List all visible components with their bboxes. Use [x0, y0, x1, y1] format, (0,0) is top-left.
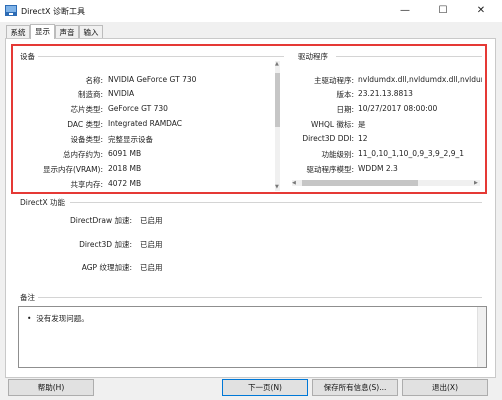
- notes-textbox[interactable]: • 没有发现问题。: [18, 306, 487, 368]
- tab-input[interactable]: 输入: [79, 25, 103, 38]
- main-driver-label: 主驱动程序:: [313, 76, 354, 85]
- scroll-left-arrow-icon[interactable]: ◀: [292, 180, 296, 186]
- device-type-label: 设备类型:: [70, 135, 103, 144]
- whql-value: 是: [358, 120, 366, 129]
- notes-text: 没有发现问题。: [36, 314, 89, 323]
- dac-type-label: DAC 类型:: [67, 120, 103, 129]
- driver-model-value: WDDM 2.3: [358, 164, 398, 173]
- vram-label: 显示内存(VRAM):: [42, 165, 103, 174]
- save-all-info-button[interactable]: 保存所有信息(S)...: [312, 379, 398, 396]
- notes-bullet-line: • 没有发现问题。: [27, 314, 89, 323]
- device-name-value: NVIDIA GeForce GT 730: [108, 75, 197, 84]
- scroll-right-arrow-icon[interactable]: ▶: [474, 180, 478, 186]
- next-page-button[interactable]: 下一页(N): [222, 379, 308, 396]
- direct3d-accel-label: Direct3D 加速:: [79, 240, 132, 249]
- feature-levels-label: 功能级别:: [321, 150, 354, 159]
- direct3d-accel-value: 已启用: [140, 240, 163, 249]
- tab-sound[interactable]: 声音: [55, 25, 79, 38]
- manufacturer-value: NVIDIA: [108, 89, 135, 98]
- driver-model-label: 驱动程序模型:: [306, 165, 354, 174]
- total-memory-label: 总内存约为:: [62, 150, 103, 159]
- exit-button[interactable]: 退出(X): [402, 379, 488, 396]
- date-value: 10/27/2017 08:00:00: [358, 104, 438, 113]
- tab-system[interactable]: 系统: [6, 25, 30, 38]
- minimize-button[interactable]: —: [386, 1, 424, 21]
- dac-type-value: Integrated RAMDAC: [108, 119, 183, 128]
- close-button[interactable]: ✕: [462, 1, 500, 21]
- notes-section-label: 备注: [20, 293, 35, 302]
- directx-features-section-label: DirectX 功能: [20, 198, 65, 207]
- direct3d-ddi-label: Direct3D DDI:: [302, 134, 354, 143]
- directx-features-group-line: [70, 202, 482, 203]
- shared-memory-value: 4072 MB: [108, 179, 142, 188]
- chip-type-value: GeForce GT 730: [108, 104, 168, 113]
- driver-section-label: 驱动程序: [298, 52, 328, 61]
- agp-texture-accel-value: 已启用: [140, 263, 163, 272]
- device-type-value: 完整显示设备: [108, 135, 153, 144]
- device-name-label: 名称:: [85, 76, 103, 85]
- chip-type-label: 芯片类型:: [70, 105, 103, 114]
- driver-hscrollbar[interactable]: ◀ ▶: [292, 180, 480, 186]
- main-driver-value: nvldumdx.dll,nvldumdx.dll,nvldumdx.dll,n: [358, 75, 482, 84]
- feature-levels-value: 11_0,10_1,10_0,9_3,9_2,9_1: [358, 149, 464, 158]
- vram-value: 2018 MB: [108, 164, 142, 173]
- driver-group-line: [336, 56, 482, 57]
- device-group-line: [38, 56, 284, 57]
- window-title: DirectX 诊断工具: [21, 7, 85, 16]
- title-bar: DirectX 诊断工具 — ☐ ✕: [0, 0, 502, 22]
- notes-scrollbar[interactable]: [477, 307, 486, 367]
- help-button[interactable]: 帮助(H): [8, 379, 94, 396]
- version-value: 23.21.13.8813: [358, 89, 413, 98]
- manufacturer-label: 制造商:: [77, 90, 103, 99]
- scroll-down-arrow-icon[interactable]: ▼: [275, 184, 279, 190]
- shared-memory-label: 共享内存:: [70, 180, 103, 189]
- directdraw-accel-label: DirectDraw 加速:: [70, 216, 132, 225]
- main-driver-clip: nvldumdx.dll,nvldumdx.dll,nvldumdx.dll,n: [358, 71, 482, 85]
- whql-label: WHQL 徽标:: [310, 120, 354, 129]
- scroll-up-arrow-icon[interactable]: ▲: [275, 61, 279, 67]
- device-section-label: 设备: [20, 52, 35, 61]
- date-label: 日期:: [336, 105, 354, 114]
- direct3d-ddi-value: 12: [358, 134, 368, 143]
- version-label: 版本:: [336, 90, 354, 99]
- maximize-button[interactable]: ☐: [424, 1, 462, 21]
- total-memory-value: 6091 MB: [108, 149, 142, 158]
- tab-display[interactable]: 显示: [30, 24, 55, 39]
- agp-texture-accel-label: AGP 纹理加速:: [81, 263, 132, 272]
- directx-app-icon: [5, 5, 17, 16]
- notes-group-line: [38, 297, 482, 298]
- driver-hscrollbar-thumb[interactable]: [302, 180, 418, 186]
- directdraw-accel-value: 已启用: [140, 216, 163, 225]
